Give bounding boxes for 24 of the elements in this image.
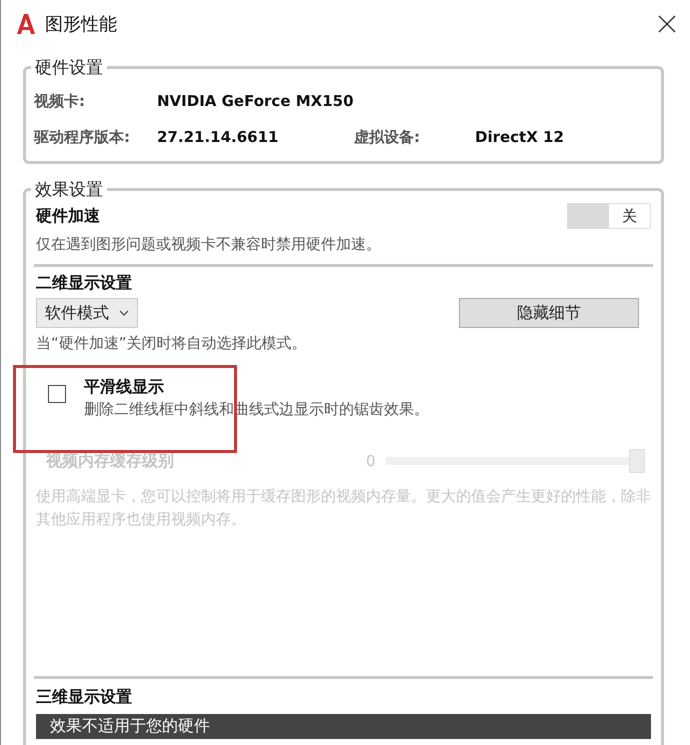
description-text: 使用高端显卡，您可以控制将用于缓存图形的视频内存量。更大的值会产生更好的性能，除非其他应用程序也使用视频内存。 xyxy=(36,486,651,530)
section-heading: 硬件加速 xyxy=(36,206,100,226)
field-value: 27.21.14.6611 xyxy=(157,128,280,146)
field-label: 虚拟设备: xyxy=(354,128,421,146)
logo-icon xyxy=(15,13,37,35)
window-title: 图形性能 xyxy=(45,13,118,36)
field-value: NVIDIA GeForce MX150 xyxy=(157,92,354,110)
slider-reading: 0 xyxy=(366,450,376,472)
option-title: 平滑线显示 xyxy=(84,377,165,398)
hide-details-button[interactable]: 隐藏细节 xyxy=(459,298,639,328)
note-text: 当“硬件加速”关闭时将自动选择此模式。 xyxy=(36,333,308,354)
checkbox[interactable] xyxy=(48,385,66,403)
section-heading: 三维显示设置 xyxy=(36,687,133,708)
toggle-switch[interactable]: 关 xyxy=(567,203,651,229)
description-text: 仅在遇到图形问题或视频卡不兼容时禁用硬件加速。 xyxy=(36,234,382,255)
close-icon[interactable] xyxy=(658,15,676,33)
field-label: 驱动程序版本: xyxy=(34,128,131,146)
chevron-icon xyxy=(119,310,129,316)
section-heading: 二维显示设置 xyxy=(36,273,133,294)
mode-dropdown[interactable]: 软件模式 xyxy=(36,298,138,328)
slider-label: 视频内存缓存级别 xyxy=(46,450,175,472)
status-banner: 效果不适用于您的硬件 xyxy=(36,714,651,739)
field-label: 视频卡: xyxy=(34,92,86,110)
field-value: DirectX 12 xyxy=(475,128,564,146)
